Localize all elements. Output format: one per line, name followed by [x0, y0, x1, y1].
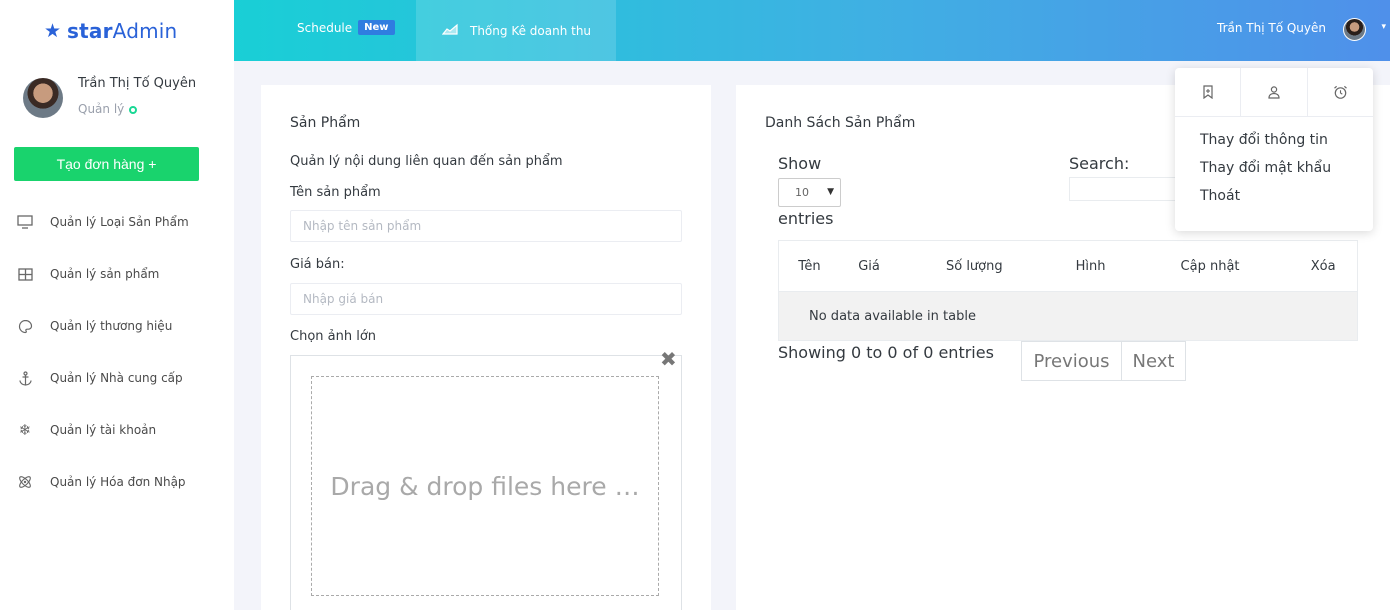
- empty-table-message: No data available in table: [778, 291, 1358, 341]
- sidebar-item-label: Quản lý Nhà cung cấp: [50, 371, 183, 385]
- sidebar-item-label: Quản lý Loại Sản Phẩm: [50, 215, 189, 229]
- product-name-input[interactable]: [290, 210, 682, 242]
- logout-item[interactable]: Thoát: [1200, 188, 1240, 204]
- user-avatar[interactable]: [1343, 18, 1366, 41]
- profile-name: Trần Thị Tố Quyên: [78, 76, 197, 91]
- page-length-value: 10: [795, 186, 809, 199]
- column-header[interactable]: Giá: [839, 240, 899, 292]
- price-label: Giá bán:: [290, 257, 345, 272]
- column-header[interactable]: Tên: [778, 240, 840, 292]
- brand-logo[interactable]: ★ starAdmin: [0, 0, 234, 61]
- sidebar-item-label: Quản lý sản phẩm: [50, 267, 160, 281]
- file-dropzone[interactable]: Drag & drop files here …: [290, 355, 682, 610]
- nav-schedule-label: Schedule: [297, 20, 353, 35]
- dropdown-icon-row: [1175, 68, 1373, 117]
- create-order-button[interactable]: Tạo đơn hàng +: [14, 147, 199, 181]
- form-description: Quản lý nội dung liên quan đến sản phẩm: [290, 154, 563, 169]
- close-icon[interactable]: ✖: [660, 347, 677, 371]
- new-badge: New: [358, 20, 395, 35]
- nav-revenue-stats-link[interactable]: Thống Kê doanh thu: [416, 0, 616, 61]
- column-header[interactable]: Hình: [1050, 240, 1131, 292]
- change-info-item[interactable]: Thay đổi thông tin: [1200, 132, 1328, 148]
- sidebar-item-label: Quản lý Hóa đơn Nhập: [50, 475, 186, 489]
- products-table: Tên Giá Số lượng Hình Cập nhật Xóa No da…: [778, 240, 1358, 341]
- sidebar-item-label: Quản lý thương hiệu: [50, 319, 173, 333]
- star-icon: ★: [44, 19, 62, 42]
- form-title: Sản Phẩm: [290, 115, 361, 131]
- table-header-row: Tên Giá Số lượng Hình Cập nhật Xóa: [778, 240, 1358, 292]
- snowflake-icon: ❄: [18, 421, 32, 439]
- monitor-icon: [16, 213, 34, 231]
- sidebar-item-brands[interactable]: Quản lý thương hiệu: [0, 300, 234, 352]
- anchor-icon: [16, 369, 34, 387]
- nav-user-name[interactable]: Trần Thị Tố Quyên: [1217, 21, 1326, 35]
- next-page-button[interactable]: Next: [1122, 341, 1186, 381]
- entries-label: entries: [778, 209, 834, 228]
- page-length-select[interactable]: 10 ▼: [778, 178, 841, 207]
- user-dropdown-menu: Thay đổi thông tin Thay đổi mật khẩu Tho…: [1175, 68, 1373, 231]
- user-icon[interactable]: [1240, 68, 1306, 116]
- palette-icon: [16, 317, 34, 335]
- list-title: Danh Sách Sản Phẩm: [765, 115, 916, 131]
- profile-section: Trần Thị Tố Quyên Quản lý: [0, 61, 234, 147]
- brand-name: starAdmin: [67, 18, 178, 43]
- chevron-down-icon[interactable]: ▾: [1381, 22, 1386, 32]
- image-label: Chọn ảnh lớn: [290, 329, 377, 344]
- search-label: Search:: [1069, 154, 1130, 173]
- alarm-clock-icon[interactable]: [1306, 68, 1373, 116]
- nav-schedule-link[interactable]: Schedule New: [297, 20, 395, 35]
- column-header[interactable]: Xóa: [1289, 240, 1358, 292]
- bookmark-icon[interactable]: [1175, 68, 1240, 116]
- sidebar: ★ starAdmin Trần Thị Tố Quyên Quản lý Tạ…: [0, 0, 234, 610]
- dropzone-text: Drag & drop files here …: [311, 376, 659, 596]
- column-header[interactable]: Cập nhật: [1130, 240, 1290, 292]
- top-navbar: Schedule New Thống Kê doanh thu Trần Thị…: [234, 0, 1390, 61]
- chart-icon: [441, 23, 458, 38]
- table-info: Showing 0 to 0 of 0 entries: [778, 343, 994, 362]
- online-status-icon: [129, 106, 137, 114]
- grid-icon: [16, 265, 34, 283]
- sidebar-item-product-types[interactable]: Quản lý Loại Sản Phẩm: [0, 196, 234, 248]
- sidebar-item-accounts[interactable]: ❄ Quản lý tài khoản: [0, 404, 234, 456]
- sidebar-item-import-invoices[interactable]: Quản lý Hóa đơn Nhập: [0, 456, 234, 508]
- sidebar-item-label: Quản lý tài khoản: [50, 423, 157, 437]
- table-row: No data available in table: [778, 291, 1358, 341]
- product-name-label: Tên sản phẩm: [290, 185, 381, 200]
- sidebar-item-suppliers[interactable]: Quản lý Nhà cung cấp: [0, 352, 234, 404]
- product-form-card: Sản Phẩm Quản lý nội dung liên quan đến …: [261, 85, 711, 610]
- pagination: Previous Next: [1021, 341, 1186, 381]
- atom-icon: [16, 473, 34, 491]
- column-header[interactable]: Số lượng: [898, 240, 1051, 292]
- profile-role: Quản lý: [78, 102, 125, 116]
- change-password-item[interactable]: Thay đổi mật khẩu: [1200, 160, 1331, 176]
- nav-stats-label: Thống Kê doanh thu: [470, 23, 592, 38]
- caret-down-icon: ▼: [827, 187, 834, 197]
- price-input[interactable]: [290, 283, 682, 315]
- previous-page-button[interactable]: Previous: [1021, 341, 1122, 381]
- avatar: [23, 78, 63, 118]
- show-label: Show: [778, 154, 822, 173]
- sidebar-menu: Quản lý Loại Sản Phẩm Quản lý sản phẩm Q…: [0, 196, 234, 508]
- sidebar-item-products[interactable]: Quản lý sản phẩm: [0, 248, 234, 300]
